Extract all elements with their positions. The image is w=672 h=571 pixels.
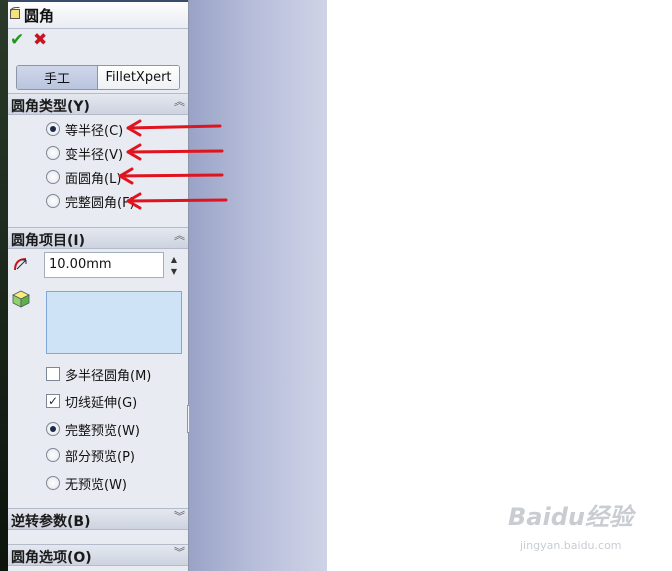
radius-input[interactable]: 10.00mm (44, 252, 164, 278)
radius-icon (14, 258, 27, 271)
radio-full-preview[interactable] (46, 422, 60, 436)
full-preview-label: 完整预览(W) (65, 424, 140, 439)
mode-tabs: 手工 FilletXpert (16, 65, 180, 90)
tangent-propagation-label: 切线延伸(G) (65, 396, 138, 411)
panel-title: 圆角 (24, 7, 55, 25)
expand-chevron-icon[interactable]: ︾ (174, 547, 185, 559)
option-constant-radius-label: 等半径(C) (65, 124, 124, 139)
fillet-feature-icon (10, 7, 20, 19)
ok-check-icon[interactable]: ✔ (10, 31, 26, 49)
radio-no-preview[interactable] (46, 476, 60, 490)
panel-titlebar: 圆角 (8, 0, 188, 29)
watermark-brand: Baidu经验 (508, 503, 633, 531)
radio-variable-radius[interactable] (46, 146, 60, 160)
collapse-chevron-icon[interactable]: ︽ (174, 96, 185, 108)
fillet-options-section-header[interactable]: 圆角选项(O) ︾ (8, 544, 188, 566)
radio-partial-preview[interactable] (46, 448, 60, 462)
tab-manual[interactable]: 手工 (17, 66, 98, 89)
spin-up-icon[interactable]: ▲ (168, 254, 180, 266)
checkbox-multi-radius[interactable] (46, 367, 60, 381)
option-full-round-label: 完整圆角(F) (65, 196, 135, 211)
spin-down-icon[interactable]: ▼ (168, 266, 180, 278)
fillet-options-title: 圆角选项(O) (11, 550, 92, 566)
partial-preview-label: 部分预览(P) (65, 450, 135, 465)
setback-section-header[interactable]: 逆转参数(B) ︾ (8, 508, 188, 530)
titlebar-strip (8, 0, 188, 2)
multi-radius-label: 多半径圆角(M) (65, 369, 152, 384)
radio-full-round[interactable] (46, 194, 60, 208)
no-preview-label: 无预览(W) (65, 478, 127, 493)
expand-chevron-icon[interactable]: ︾ (174, 511, 185, 523)
cancel-x-icon[interactable]: ✖ (33, 31, 49, 49)
fillet-type-title: 圆角类型(Y) (11, 99, 90, 115)
edges-selection-box[interactable] (46, 291, 182, 354)
window-frame-left (0, 0, 8, 571)
watermark-url: jingyan.baidu.com (520, 539, 622, 552)
fillet-type-section-header[interactable]: 圆角类型(Y) ︽ (8, 93, 188, 115)
fillet-items-section-header[interactable]: 圆角项目(I) ︽ (8, 227, 188, 249)
radio-constant-radius[interactable] (46, 122, 60, 136)
radio-face-fillet[interactable] (46, 170, 60, 184)
fillet-items-title: 圆角项目(I) (11, 233, 86, 249)
option-variable-radius-label: 变半径(V) (65, 148, 124, 163)
option-face-fillet-label: 面圆角(L) (65, 172, 122, 187)
tab-filletxpert[interactable]: FilletXpert (98, 66, 179, 89)
baidu-watermark: Baidu经验 jingyan.baidu.com (508, 497, 658, 557)
property-manager-panel: 圆角 ✔ ✖ 手工 FilletXpert 圆角类型(Y) ︽ 等半径(C) 变… (8, 0, 189, 571)
checkbox-tangent-propagation[interactable]: ✓ (46, 394, 60, 408)
collapse-chevron-icon[interactable]: ︽ (174, 230, 185, 242)
edges-faces-cube-icon (12, 290, 30, 308)
graphics-viewport[interactable] (189, 0, 327, 571)
setback-title: 逆转参数(B) (11, 514, 91, 530)
